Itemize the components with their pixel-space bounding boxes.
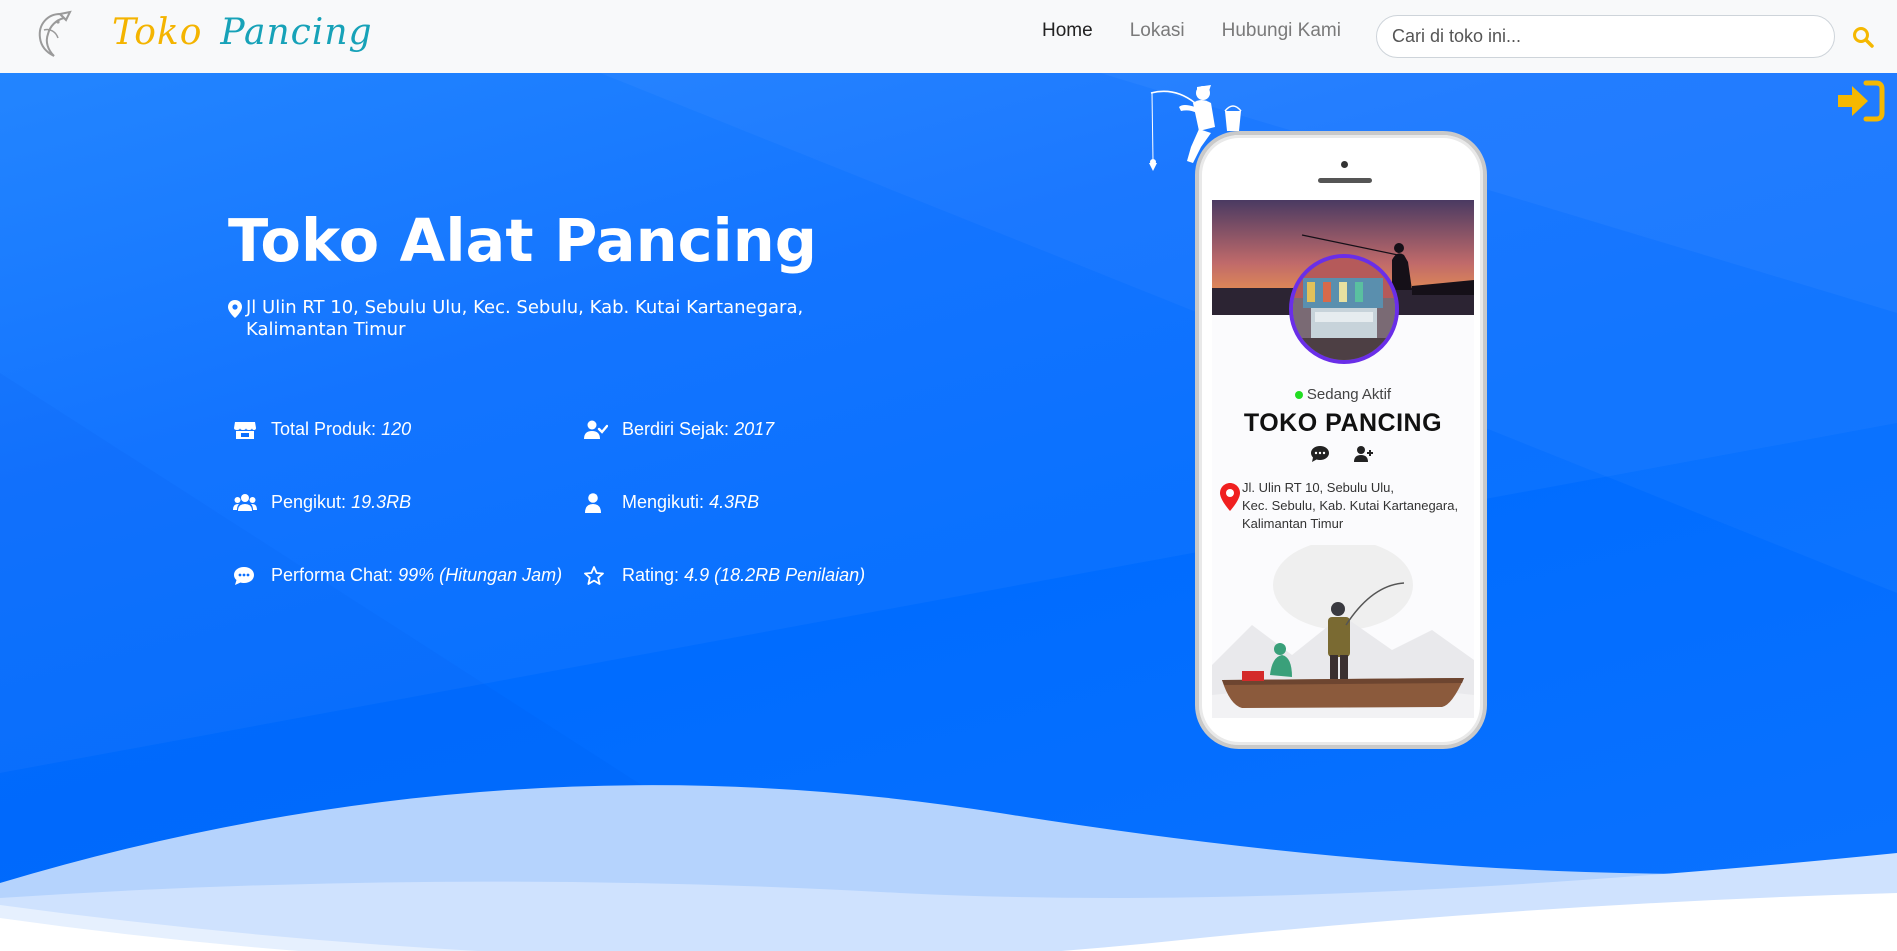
status-text: Sedang Aktif (1306, 386, 1392, 403)
online-dot (1294, 391, 1303, 400)
stat-mengikuti: Mengikuti: 4.3RB (584, 492, 759, 513)
brand-word-toko: Toko (112, 12, 203, 53)
boat-fishing-illustration (1212, 545, 1474, 718)
store-icon (234, 421, 256, 439)
phone-screen: Sedang Aktif TOKO PANCING Jl. Ulin RT 10… (1212, 200, 1474, 718)
stat-pengikut: Pengikut: 19.3RB (233, 492, 411, 513)
stat-value: 99% (Hitungan Jam) (398, 565, 563, 585)
brand-name[interactable]: Toko Pancing (112, 12, 373, 53)
stat-berdiri-sejak: Berdiri Sejak: 2017 (584, 419, 774, 440)
shop-avatar (1289, 254, 1399, 364)
stat-rating: Rating: 4.9 (18.2RB Penilaian) (584, 565, 865, 586)
fish-logo-icon[interactable] (30, 10, 74, 60)
stat-performa-chat: Performa Chat: 99% (Hitungan Jam) (233, 565, 562, 586)
follow-user-icon[interactable] (1354, 445, 1374, 463)
shop-interior-image (1293, 258, 1395, 360)
stat-label: Pengikut: (271, 492, 347, 512)
user-icon (585, 492, 601, 513)
shop-status: Sedang Aktif (1212, 386, 1474, 403)
user-check-icon (584, 420, 608, 439)
stat-value: 2017 (734, 419, 775, 439)
nav-link-home[interactable]: Home (1042, 20, 1093, 42)
address-line-2: Kalimantan Timur (246, 319, 406, 340)
phone-address-line-1: Jl. Ulin RT 10, Sebulu Ulu, (1242, 480, 1394, 495)
shop-address: Jl Ulin RT 10, Sebulu Ulu, Kec. Sebulu, … (228, 297, 828, 341)
phone-address-line-2: Kec. Sebulu, Kab. Kutai Kartanegara, (1242, 498, 1459, 513)
navbar: Toko Pancing Home Lokasi Hubungi Kami (0, 0, 1897, 73)
phone-address-line-3: Kalimantan Timur (1242, 516, 1344, 531)
stat-label: Performa Chat: (271, 565, 394, 585)
phone-shop-address: Jl. Ulin RT 10, Sebulu Ulu, Kec. Sebulu,… (1242, 479, 1470, 533)
stat-value: 19.3RB (351, 492, 412, 512)
nav-link-hubungi-kami[interactable]: Hubungi Kami (1222, 20, 1341, 42)
comment-dots-icon (234, 566, 254, 585)
search-icon[interactable] (1852, 26, 1874, 48)
phone-mockup: Sedang Aktif TOKO PANCING Jl. Ulin RT 10… (1195, 131, 1487, 749)
stat-label: Mengikuti: (622, 492, 705, 512)
phone-camera (1341, 161, 1348, 168)
phone-action-icons (1310, 445, 1374, 463)
address-line-1: Jl Ulin RT 10, Sebulu Ulu, Kec. Sebulu, … (246, 297, 804, 318)
nav-link-lokasi[interactable]: Lokasi (1130, 20, 1185, 42)
stat-label: Rating: (622, 565, 680, 585)
map-marker-icon (228, 300, 242, 318)
search-input[interactable] (1376, 15, 1835, 58)
map-pin-icon (1220, 483, 1240, 511)
stat-total-produk: Total Produk: 120 (233, 419, 411, 440)
stat-label: Berdiri Sejak: (622, 419, 730, 439)
chat-icon[interactable] (1310, 445, 1330, 463)
star-icon (584, 565, 604, 585)
hero-section: Toko Alat Pancing Jl Ulin RT 10, Sebulu … (0, 73, 1897, 951)
stat-value: 120 (381, 419, 412, 439)
stat-label: Total Produk: (271, 419, 377, 439)
sign-in-icon[interactable] (1836, 79, 1886, 123)
main-nav: Home Lokasi Hubungi Kami (1042, 20, 1341, 42)
wave-divider (0, 785, 1897, 951)
users-icon (233, 493, 257, 511)
phone-speaker (1318, 178, 1372, 183)
brand-word-pancing: Pancing (220, 12, 373, 53)
phone-shop-name: TOKO PANCING (1243, 409, 1443, 437)
stat-value: 4.3RB (709, 492, 760, 512)
stat-value: 4.9 (18.2RB Penilaian) (684, 565, 866, 585)
shop-title: Toko Alat Pancing (228, 206, 818, 275)
